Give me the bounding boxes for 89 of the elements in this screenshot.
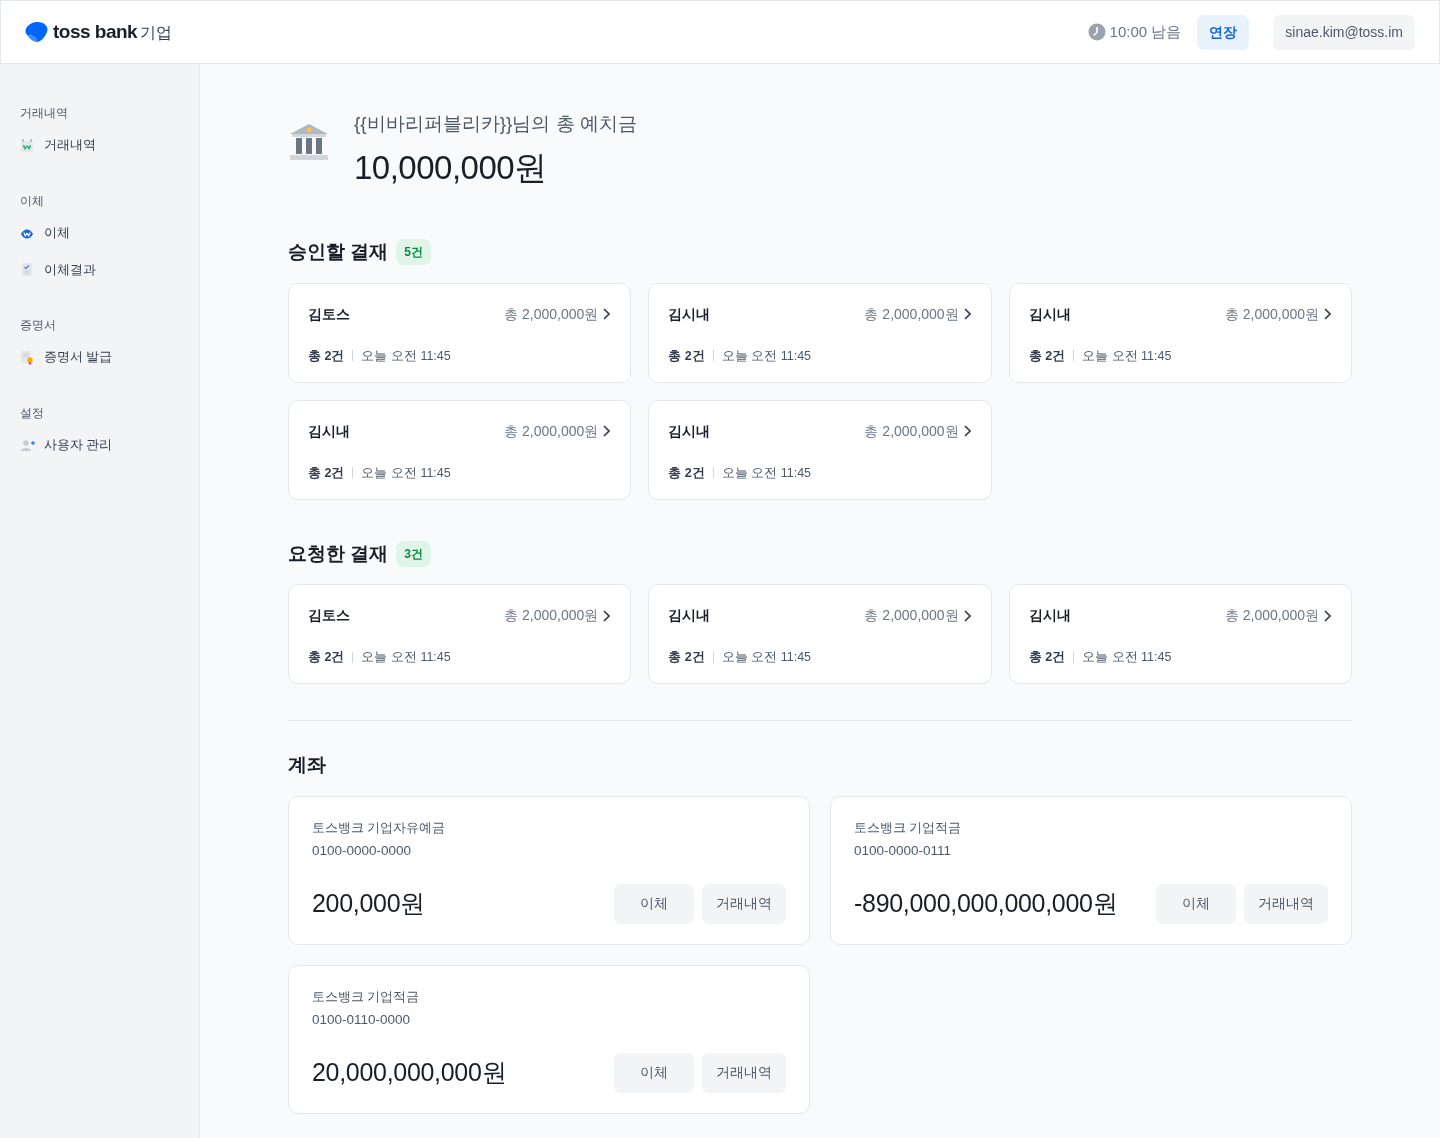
requester-name: 김시내 bbox=[1028, 304, 1071, 324]
product-name: 토스뱅크 기업적금 bbox=[312, 988, 421, 1006]
approval-card[interactable]: 김시내 총 2,000,000원 총 2건 오늘 오전 11:45 bbox=[288, 399, 632, 500]
money-icon bbox=[20, 137, 36, 153]
request-time: 오늘 오전 11:45 bbox=[1082, 347, 1172, 365]
total-amount: 총 2,000,000원 bbox=[864, 606, 959, 625]
extend-button[interactable]: 연장 bbox=[1197, 14, 1250, 50]
requester-name: 김토스 bbox=[308, 606, 350, 625]
certificate-icon bbox=[20, 350, 36, 366]
chevron-right-icon bbox=[962, 609, 971, 622]
requester-name: 김시내 bbox=[668, 606, 711, 625]
request-time: 오늘 오전 11:45 bbox=[721, 347, 812, 365]
item-count: 총 2건 bbox=[308, 347, 345, 365]
total-deposit-amount: 10,000,000원 bbox=[354, 147, 548, 188]
approval-card[interactable]: 김시내 총 2,000,000원 총 2건 오늘 오전 11:45 bbox=[648, 282, 992, 383]
approval-card[interactable]: 김시내 총 2,000,000원 총 2건 오늘 오전 11:45 bbox=[648, 399, 992, 500]
session-timer: 10:00 남음 bbox=[1109, 21, 1182, 42]
chevron-right-icon bbox=[962, 425, 971, 437]
requester-name: 김시내 bbox=[668, 304, 711, 324]
user-email-button[interactable]: sinae.kim@toss.im bbox=[1273, 14, 1415, 50]
sidebar-item[interactable]: 거래내역 bbox=[44, 136, 96, 155]
chevron-right-icon bbox=[602, 308, 611, 320]
item-count: 총 2건 bbox=[1028, 649, 1066, 666]
sidebar-section-title: 설정 bbox=[20, 405, 45, 422]
clock-icon bbox=[1087, 23, 1106, 41]
transfer-button[interactable]: 이체 bbox=[614, 883, 694, 924]
account-number: 0100-0000-0111 bbox=[854, 842, 953, 861]
request-time: 오늘 오전 11:45 bbox=[361, 464, 451, 482]
sidebar-item[interactable]: 이체 bbox=[44, 223, 70, 243]
total-amount: 총 2,000,000원 bbox=[1224, 304, 1319, 324]
requester-name: 김시내 bbox=[1028, 606, 1071, 625]
request-time: 오늘 오전 11:45 bbox=[1082, 649, 1172, 666]
item-count: 총 2건 bbox=[668, 464, 705, 482]
total-amount: 총 2,000,000원 bbox=[1224, 606, 1319, 625]
account-number: 0100-0110-0000 bbox=[312, 1011, 412, 1030]
sidebar-section-title: 이체 bbox=[20, 192, 45, 210]
chevron-right-icon bbox=[602, 609, 611, 622]
account-balance: 20,000,000,000원 bbox=[312, 1056, 507, 1088]
request-time: 오늘 오전 11:45 bbox=[361, 347, 451, 365]
request-time: 오늘 오전 11:45 bbox=[721, 649, 812, 666]
total-amount: 총 2,000,000원 bbox=[504, 606, 599, 625]
sidebar-item[interactable]: 사용자 관리 bbox=[44, 436, 113, 455]
logo-suffix: 기업 bbox=[140, 22, 173, 43]
logo-text: toss bank bbox=[53, 19, 138, 44]
chevron-right-icon bbox=[1323, 609, 1331, 622]
chevron-right-icon bbox=[962, 308, 971, 320]
approval-card[interactable]: 김토스 총 2,000,000원 총 2건 오늘 오전 11:45 bbox=[288, 282, 632, 383]
requester-name: 김토스 bbox=[308, 304, 350, 324]
logo-icon bbox=[25, 21, 49, 43]
total-deposit-label: {{비바리퍼블리카}}님의 총 예치금 bbox=[354, 112, 637, 136]
count-badge: 5건 bbox=[396, 239, 431, 266]
add-user-icon bbox=[20, 437, 36, 453]
sidebar-section-title: 거래내역 bbox=[20, 105, 69, 122]
total-amount: 총 2,000,000원 bbox=[864, 304, 959, 324]
sidebar-item[interactable]: 증명서 발급 bbox=[44, 348, 113, 367]
total-amount: 총 2,000,000원 bbox=[864, 421, 959, 441]
item-count: 총 2건 bbox=[308, 649, 345, 666]
item-count: 총 2건 bbox=[668, 347, 705, 365]
total-amount: 총 2,000,000원 bbox=[504, 421, 599, 441]
request-time: 오늘 오전 11:45 bbox=[721, 464, 812, 482]
requester-name: 김시내 bbox=[308, 421, 350, 441]
product-name: 토스뱅크 기업적금 bbox=[854, 819, 963, 837]
approval-card[interactable]: 김시내 총 2,000,000원 총 2건 오늘 오전 11:45 bbox=[1008, 584, 1352, 684]
account-balance: 200,000원 bbox=[312, 887, 425, 919]
product-name: 토스뱅크 기업자유예금 bbox=[312, 819, 447, 837]
item-count: 총 2건 bbox=[308, 464, 345, 482]
approval-card[interactable]: 김시내 총 2,000,000원 총 2건 오늘 오전 11:45 bbox=[648, 584, 992, 684]
requester-name: 김시내 bbox=[668, 421, 711, 441]
item-count: 총 2건 bbox=[668, 649, 705, 666]
section-title: 계좌 bbox=[288, 753, 327, 777]
account-balance: -890,000,000,000,000원 bbox=[854, 887, 1118, 919]
section-title: 승인할 결재 bbox=[288, 240, 389, 264]
transfer-button[interactable]: 이체 bbox=[1156, 883, 1236, 924]
account-number: 0100-0000-0000 bbox=[312, 842, 413, 861]
request-time: 오늘 오전 11:45 bbox=[361, 649, 451, 666]
approval-card[interactable]: 김시내 총 2,000,000원 총 2건 오늘 오전 11:45 bbox=[1008, 282, 1352, 383]
sidebar-item[interactable]: 이체결과 bbox=[44, 260, 96, 280]
section-title: 요청한 결재 bbox=[288, 541, 389, 566]
history-button[interactable]: 거래내역 bbox=[702, 883, 786, 924]
sidebar-section-title: 증명서 bbox=[20, 317, 57, 335]
count-badge: 3건 bbox=[396, 540, 431, 567]
chevron-right-icon bbox=[1323, 308, 1331, 320]
item-count: 총 2건 bbox=[1028, 347, 1066, 365]
history-button[interactable]: 거래내역 bbox=[702, 1052, 786, 1093]
total-amount: 총 2,000,000원 bbox=[504, 304, 599, 324]
history-button[interactable]: 거래내역 bbox=[1244, 883, 1328, 924]
chevron-right-icon bbox=[602, 425, 611, 437]
transfer-button[interactable]: 이체 bbox=[614, 1052, 694, 1093]
approval-card[interactable]: 김토스 총 2,000,000원 총 2건 오늘 오전 11:45 bbox=[288, 584, 632, 684]
